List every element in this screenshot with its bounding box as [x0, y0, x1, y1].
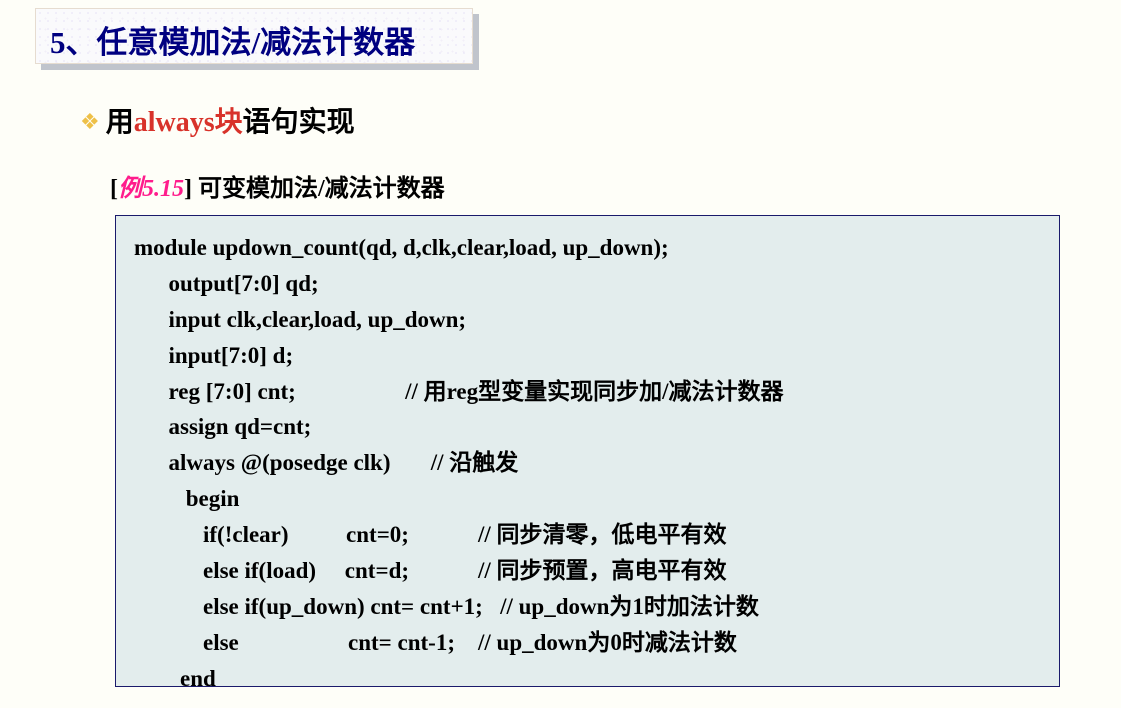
code-line: begin: [134, 481, 1041, 517]
code-line: reg [7:0] cnt; // 用reg型变量实现同步加/减法计数器: [134, 374, 1041, 410]
subtitle-keyword: always块: [134, 100, 243, 140]
code-line: else if(up_down) cnt= cnt+1; // up_down为…: [134, 589, 1041, 625]
code-line: else if(load) cnt=d; // 同步预置，高电平有效: [134, 553, 1041, 589]
code-line: assign qd=cnt;: [134, 409, 1041, 445]
code-block: module updown_count(qd, d,clk,clear,load…: [115, 215, 1060, 687]
code-line: end: [134, 661, 1041, 697]
slide-title: 5、任意模加法/减法计数器: [35, 8, 473, 64]
code-line: if(!clear) cnt=0; // 同步清零，低电平有效: [134, 517, 1041, 553]
example-desc: 可变模加法/减法计数器: [192, 176, 445, 202]
example-label-row: [例5.15] 可变模加法/减法计数器: [110, 168, 1121, 203]
subtitle-suffix: 语句实现: [243, 100, 355, 140]
code-line: module updown_count(qd, d,clk,clear,load…: [134, 230, 1041, 266]
diamond-bullet-icon: ❖: [80, 109, 100, 135]
bracket-open: [: [110, 176, 118, 202]
code-line: output[7:0] qd;: [134, 266, 1041, 302]
bracket-close: ]: [184, 176, 192, 202]
slide-title-container: 5、任意模加法/减法计数器: [35, 8, 473, 64]
code-line: else cnt= cnt-1; // up_down为0时减法计数: [134, 625, 1041, 661]
example-number: 例5.15: [118, 176, 184, 202]
code-line: always @(posedge clk) // 沿触发: [134, 445, 1041, 481]
subtitle: ❖ 用 always块 语句实现: [80, 100, 1121, 140]
code-line: input[7:0] d;: [134, 338, 1041, 374]
code-line: input clk,clear,load, up_down;: [134, 302, 1041, 338]
subtitle-prefix: 用: [106, 100, 134, 140]
